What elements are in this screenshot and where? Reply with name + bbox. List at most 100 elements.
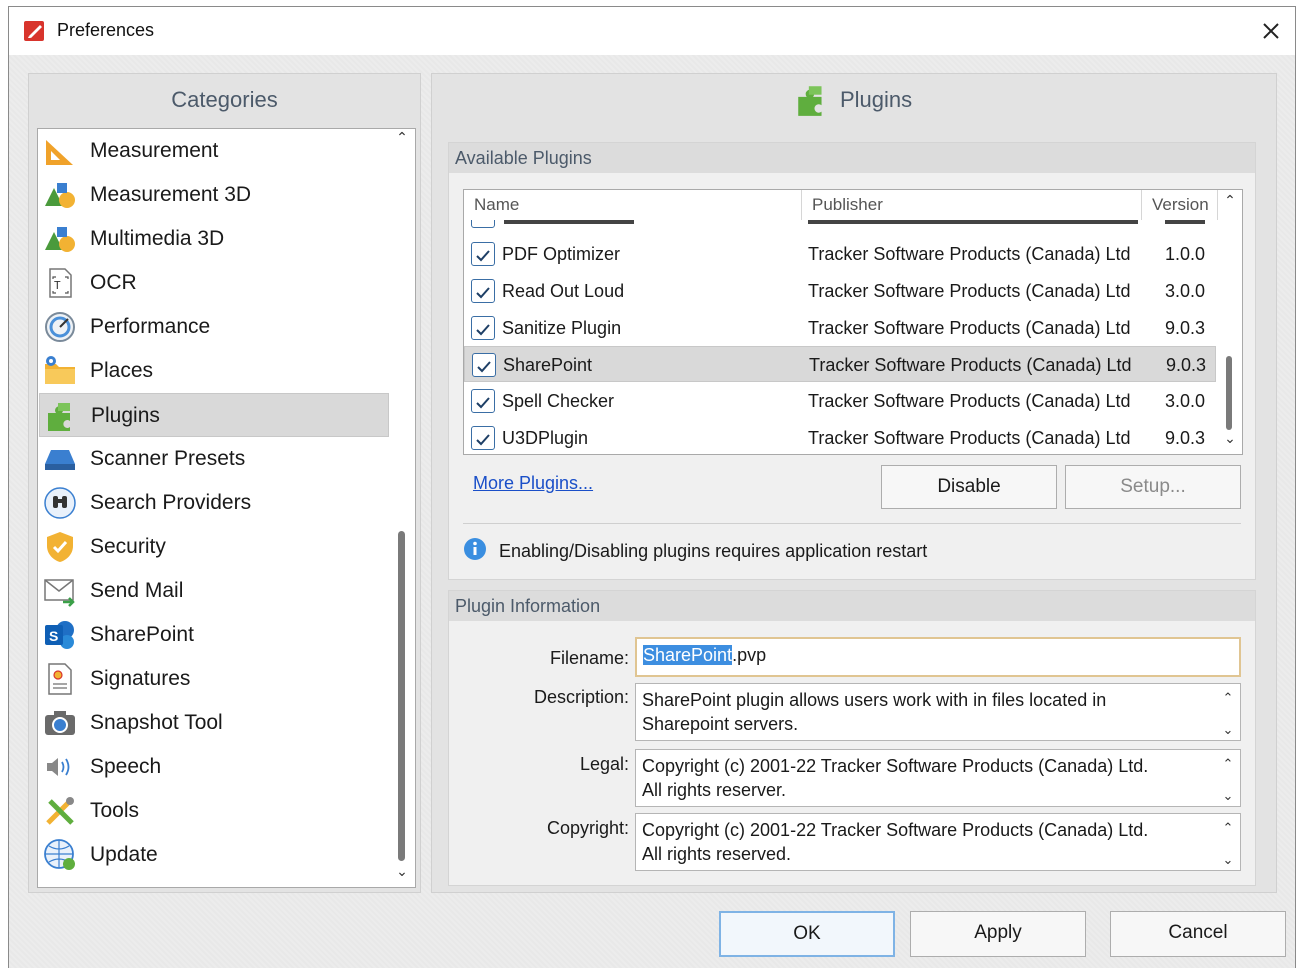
category-scanner-presets[interactable]: Scanner Presets — [39, 437, 389, 481]
clipped-text — [1165, 220, 1205, 224]
plugin-row[interactable]: PDF Optimizer Tracker Software Products … — [464, 236, 1216, 272]
plugin-row[interactable]: Spell Checker Tracker Software Products … — [464, 383, 1216, 419]
category-label: Tools — [90, 799, 140, 822]
certificate-icon — [48, 663, 72, 695]
filename-extension: .pvp — [732, 645, 767, 665]
category-signatures[interactable]: Signatures — [39, 657, 389, 701]
plugin-checkbox[interactable] — [471, 389, 495, 413]
categories-scrollbar[interactable]: ⌃ ⌄ — [389, 129, 415, 887]
info-icon — [464, 538, 486, 560]
filename-field[interactable]: SharePoint.pvp — [635, 637, 1241, 677]
cancel-button[interactable]: Cancel — [1110, 911, 1286, 957]
pdf-editor-app-icon — [24, 21, 44, 41]
category-measurement[interactable]: Measurement — [39, 129, 389, 173]
categories-list[interactable]: Measurement Measurement 3D Multimedia 3D… — [37, 128, 416, 888]
plugin-checkbox[interactable] — [471, 242, 495, 266]
plugin-checkbox[interactable] — [471, 279, 495, 303]
legal-line: All rights reserver. — [642, 780, 787, 800]
check-icon — [476, 397, 490, 409]
scroll-down-arrow-icon[interactable]: ⌄ — [1218, 430, 1242, 454]
column-header-version[interactable]: Version — [1142, 190, 1218, 220]
category-search-providers[interactable]: Search Providers — [39, 481, 389, 525]
more-plugins-link[interactable]: More Plugins... — [473, 473, 593, 494]
plugins-scrollbar[interactable]: ⌃ ⌄ — [1218, 190, 1242, 454]
category-sharepoint[interactable]: S SharePoint — [39, 613, 389, 657]
close-button[interactable] — [1253, 13, 1289, 49]
plugin-row[interactable]: Sanitize Plugin Tracker Software Product… — [464, 310, 1216, 346]
category-label: Update — [90, 843, 158, 866]
plugin-row-selected[interactable]: SharePoint Tracker Software Products (Ca… — [464, 346, 1216, 382]
scroll-down-arrow-icon[interactable]: ⌄ — [1218, 848, 1238, 868]
category-label: Measurement 3D — [90, 183, 252, 206]
plugin-information-group: Plugin Information Filename: SharePoint.… — [448, 590, 1256, 886]
description-line: Sharepoint servers. — [642, 714, 799, 734]
ok-button[interactable]: OK — [719, 911, 895, 957]
category-send-mail[interactable]: Send Mail — [39, 569, 389, 613]
plugin-checkbox[interactable] — [471, 426, 495, 450]
check-icon — [476, 434, 490, 446]
category-label: Snapshot Tool — [90, 711, 223, 734]
copyright-label: Copyright: — [546, 818, 629, 838]
category-performance[interactable]: Performance — [39, 305, 389, 349]
ocr-icon: T — [49, 268, 72, 298]
category-label: OCR — [90, 271, 137, 294]
category-label: Places — [90, 359, 154, 382]
copyright-line: Copyright (c) 2001-22 Tracker Software P… — [642, 820, 1149, 840]
plugin-name: SharePoint — [503, 355, 593, 375]
plugin-checkbox[interactable] — [472, 353, 496, 377]
folder-pin-icon — [45, 356, 75, 384]
scroll-up-arrow-icon[interactable]: ⌃ — [1218, 752, 1238, 772]
scroll-down-arrow-icon[interactable]: ⌄ — [1218, 784, 1238, 804]
category-ocr[interactable]: T OCR — [39, 261, 389, 305]
scroll-up-arrow-icon[interactable]: ⌃ — [1218, 686, 1238, 706]
category-places[interactable]: Places — [39, 349, 389, 393]
category-plugins[interactable]: Plugins — [39, 393, 389, 437]
plugin-version: 1.0.0 — [1165, 244, 1206, 264]
category-security[interactable]: Security — [39, 525, 389, 569]
shapes-3d-icon — [45, 227, 75, 252]
scroll-up-arrow-icon[interactable]: ⌃ — [1218, 192, 1242, 216]
scroll-up-arrow-icon[interactable]: ⌃ — [1218, 816, 1238, 836]
close-icon — [1263, 23, 1279, 39]
plugin-publisher: Tracker Software Products (Canada) Ltd — [809, 355, 1132, 375]
divider — [463, 523, 1241, 524]
category-label: Measurement — [90, 139, 219, 162]
category-label: Performance — [90, 315, 211, 338]
scroll-up-arrow-icon[interactable]: ⌃ — [389, 129, 415, 153]
plugin-row[interactable]: Read Out Loud Tracker Software Products … — [464, 273, 1216, 309]
setup-button[interactable]: Setup... — [1065, 465, 1241, 509]
copyright-field[interactable]: Copyright (c) 2001-22 Tracker Software P… — [635, 813, 1241, 871]
sharepoint-icon: S — [45, 621, 74, 649]
window-title: Preferences — [57, 20, 155, 40]
plugin-checkbox[interactable] — [471, 316, 495, 340]
svg-text:T: T — [54, 279, 61, 292]
puzzle-icon — [48, 403, 70, 431]
available-plugins-title: Available Plugins — [449, 143, 1255, 173]
filename-selected-text: SharePoint — [643, 645, 733, 665]
scroll-thumb[interactable] — [1226, 356, 1232, 430]
plugin-name: Read Out Loud — [502, 281, 625, 301]
plugins-panel: Plugins Available Plugins Name Publisher… — [431, 73, 1277, 893]
description-field[interactable]: SharePoint plugin allows users work with… — [635, 683, 1241, 741]
category-multimedia-3d[interactable]: Multimedia 3D — [39, 217, 389, 261]
legal-scrollbar[interactable]: ⌃ ⌄ — [1218, 752, 1238, 804]
category-measurement-3d[interactable]: Measurement 3D — [39, 173, 389, 217]
copyright-line: All rights reserved. — [642, 844, 792, 864]
disable-button[interactable]: Disable — [881, 465, 1057, 509]
column-header-publisher[interactable]: Publisher — [802, 190, 1142, 220]
apply-button[interactable]: Apply — [910, 911, 1086, 957]
description-scrollbar[interactable]: ⌃ ⌄ — [1218, 686, 1238, 738]
column-header-name[interactable]: Name — [464, 190, 802, 220]
scroll-thumb[interactable] — [398, 531, 405, 861]
scroll-down-arrow-icon[interactable]: ⌄ — [1218, 718, 1238, 738]
scroll-down-arrow-icon[interactable]: ⌄ — [389, 863, 415, 887]
legal-field[interactable]: Copyright (c) 2001-22 Tracker Software P… — [635, 749, 1241, 807]
category-update[interactable]: Update — [39, 833, 389, 877]
plugin-row[interactable]: U3DPlugin Tracker Software Products (Can… — [464, 420, 1216, 454]
category-tools[interactable]: Tools — [39, 789, 389, 833]
category-snapshot-tool[interactable]: Snapshot Tool — [39, 701, 389, 745]
svg-text:S: S — [49, 628, 58, 644]
copyright-scrollbar[interactable]: ⌃ ⌄ — [1218, 816, 1238, 868]
plugins-table[interactable]: Name Publisher Version PDF Optimizer Tra… — [463, 189, 1243, 455]
category-speech[interactable]: Speech — [39, 745, 389, 789]
